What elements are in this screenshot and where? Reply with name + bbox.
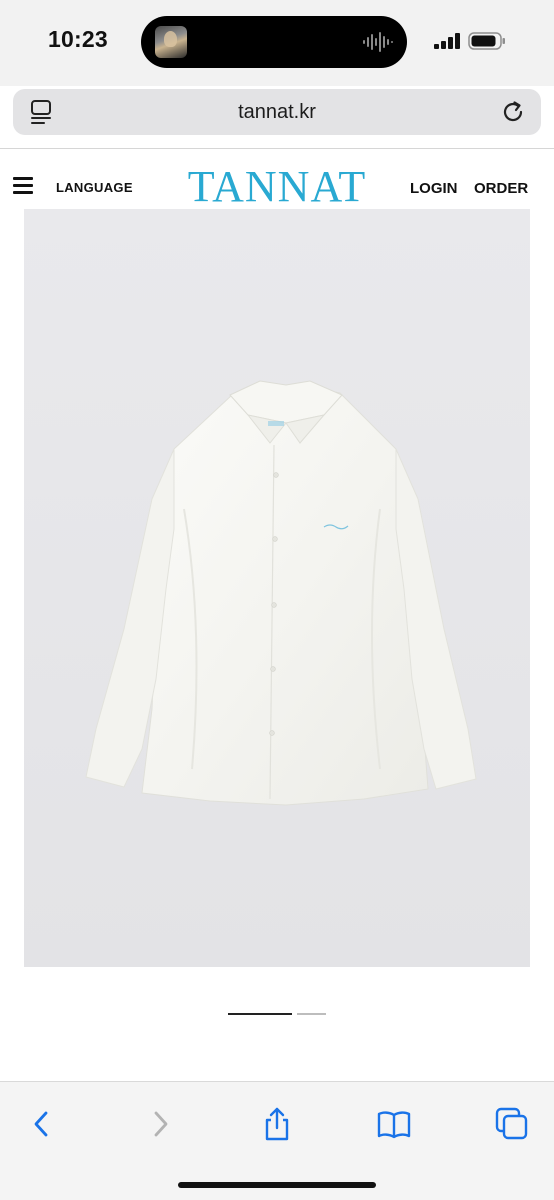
forward-icon[interactable] — [142, 1106, 178, 1142]
url-text[interactable]: tannat.kr — [13, 101, 541, 124]
home-indicator[interactable] — [178, 1182, 376, 1188]
status-bar: 10:23 — [0, 0, 554, 86]
tabs-icon[interactable] — [494, 1106, 530, 1142]
browser-toolbar — [0, 1081, 554, 1200]
bookmarks-icon[interactable] — [376, 1106, 412, 1142]
language-link[interactable]: LANGUAGE — [56, 180, 133, 195]
address-bar[interactable]: tannat.kr — [13, 89, 541, 135]
dynamic-island[interactable] — [141, 16, 407, 68]
battery-icon — [468, 32, 505, 50]
status-time: 10:23 — [48, 26, 108, 52]
shirt-illustration — [85, 380, 477, 806]
reload-icon[interactable] — [499, 98, 527, 126]
brand-logo[interactable]: TANNAT — [186, 163, 368, 211]
carousel-indicator-active[interactable] — [228, 1013, 292, 1015]
cellular-signal-icon — [434, 33, 460, 49]
share-icon[interactable] — [259, 1106, 295, 1142]
login-link[interactable]: LOGIN — [410, 180, 458, 197]
audio-waveform-icon — [363, 32, 393, 52]
product-image[interactable] — [24, 209, 530, 967]
now-playing-artwork — [155, 26, 187, 58]
hamburger-menu-icon[interactable] — [13, 177, 33, 195]
order-link[interactable]: ORDER — [474, 180, 528, 197]
site-header: LANGUAGE TANNAT LOGIN ORDER — [0, 149, 554, 211]
carousel-indicator[interactable] — [297, 1013, 326, 1015]
back-icon[interactable] — [24, 1106, 60, 1142]
